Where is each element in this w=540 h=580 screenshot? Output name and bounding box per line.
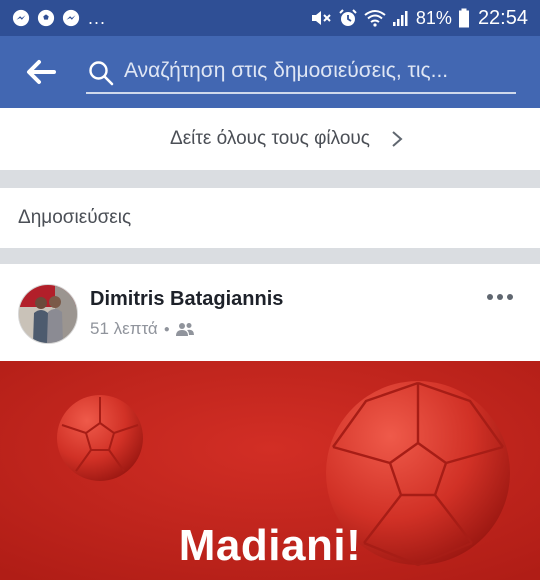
soccer-ball-icon — [37, 9, 55, 27]
section-divider — [0, 170, 540, 188]
search-header: Αναζήτηση στις δημοσιεύσεις, τις... — [0, 36, 540, 108]
signal-icon — [392, 11, 408, 26]
post-image-caption: Madiani! — [178, 521, 362, 570]
avatar[interactable] — [18, 284, 78, 344]
see-all-friends-label: Δείτε όλους τους φίλους — [170, 128, 370, 149]
battery-icon — [458, 8, 469, 28]
posts-section-header: Δημοσιεύσεις — [0, 188, 540, 248]
more-options-icon[interactable] — [486, 292, 514, 302]
posts-section-title: Δημοσιεύσεις — [18, 207, 132, 228]
section-divider — [0, 248, 540, 264]
clock: 22:54 — [477, 6, 528, 29]
wifi-icon — [364, 10, 386, 27]
friends-icon — [175, 323, 194, 336]
mute-icon — [311, 11, 331, 25]
search-input[interactable]: Αναζήτηση στις δημοσιεύσεις, τις... — [86, 54, 516, 94]
battery-percent: 81% — [415, 7, 452, 28]
post-header: Dimitris Batagiannis 51 λεπτά ● — [0, 264, 540, 361]
back-arrow-icon[interactable] — [24, 58, 56, 86]
post-time[interactable]: 51 λεπτά — [90, 319, 158, 339]
status-bar: ... 81% 22:54 — [0, 0, 540, 36]
post-meta: 51 λεπτά ● — [90, 319, 194, 339]
alarm-icon — [339, 9, 357, 26]
see-all-friends-link[interactable]: Δείτε όλους τους φίλους — [0, 108, 540, 170]
post-author[interactable]: Dimitris Batagiannis — [90, 288, 283, 311]
meta-separator: ● — [163, 323, 170, 335]
search-placeholder: Αναζήτηση στις δημοσιεύσεις, τις... — [124, 59, 449, 82]
soccer-ball-small — [57, 395, 143, 481]
more-notifications-indicator: ... — [88, 8, 107, 28]
system-status: 81% 22:54 — [310, 7, 528, 29]
search-icon — [89, 61, 114, 86]
messenger-icon — [12, 9, 30, 27]
chevron-right-icon — [392, 131, 403, 147]
post-image[interactable]: Madiani! — [0, 361, 540, 580]
messenger-icon — [62, 9, 80, 27]
notification-icons: ... — [12, 8, 106, 28]
